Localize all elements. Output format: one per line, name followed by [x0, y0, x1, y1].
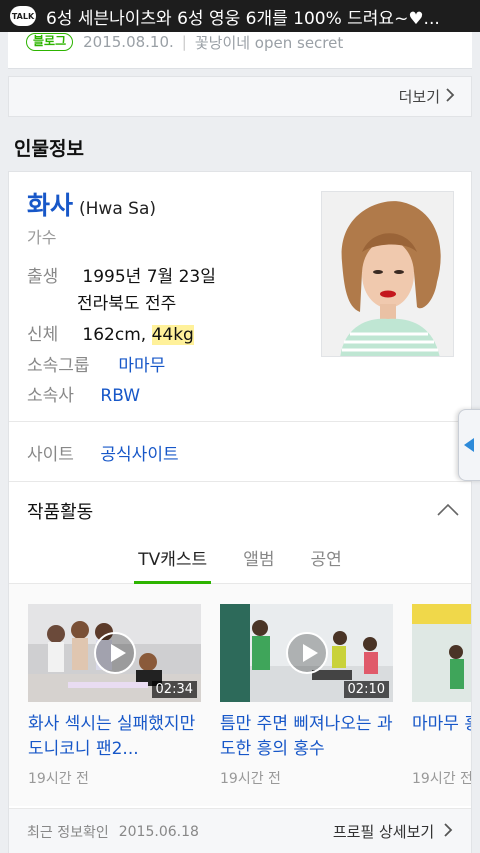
group-link[interactable]: 마마무 — [118, 356, 165, 376]
site-row: 사이트 공식사이트 — [27, 440, 179, 465]
blog-badge: 블로그 — [26, 33, 74, 51]
agency-row: 소속사 RBW — [27, 381, 140, 406]
works-title: 작품활동 — [27, 502, 94, 523]
agency-link[interactable]: RBW — [100, 386, 140, 406]
tab-tvcast[interactable]: TV캐스트 — [134, 536, 212, 584]
video-card[interactable]: 02:34 화사 섹시는 실패했지만 도니코니 팬2... 19시간 전 — [28, 604, 201, 788]
video-time: 19시간 전 — [28, 771, 89, 787]
kakaotalk-icon: TALK — [10, 6, 36, 26]
profile-detail-link[interactable]: 프로필 상세보기 — [333, 821, 453, 842]
notification-text: 6성 세븐나이츠와 6성 영웅 6개를 100% 드려요~♥... — [46, 8, 440, 29]
play-icon — [286, 632, 328, 674]
divider — [9, 421, 471, 422]
video-thumbnail[interactable] — [412, 604, 471, 702]
person-name-english: (Hwa Sa) — [79, 199, 156, 219]
last-checked-date: 2015.06.18 — [118, 823, 199, 840]
group-label: 소속그룹 — [27, 356, 90, 376]
profile-photo[interactable] — [321, 191, 454, 357]
agency-label: 소속사 — [27, 386, 74, 406]
video-title[interactable]: 화사 섹시는 실패했지만 도니코니 팬2... — [28, 712, 201, 762]
name-row: 화사 (Hwa Sa) — [27, 186, 156, 222]
video-thumbnail[interactable]: 02:34 — [28, 604, 201, 702]
chevron-right-icon — [444, 823, 453, 837]
works-tabs: TV캐스트 앨범 공연 — [9, 536, 471, 584]
birth-place-row: 전라북도 전주 — [77, 289, 176, 314]
tab-performance[interactable]: 공연 — [306, 536, 345, 584]
blog-source[interactable]: 꽃낭이네 open secret — [195, 32, 343, 53]
section-title: 인물정보 — [14, 138, 84, 160]
tab-album[interactable]: 앨범 — [239, 536, 278, 584]
video-card[interactable]: 02:10 틈만 주면 삐져나오는 과도한 흥의 홍수 19시간 전 — [220, 604, 393, 788]
video-duration: 02:10 — [343, 681, 389, 698]
official-site-link[interactable]: 공식사이트 — [100, 445, 178, 465]
body-row: 신체 162cm, 44kg — [27, 320, 194, 345]
video-title[interactable]: 마마무 흥이라면 — [412, 712, 471, 762]
birth-row: 출생 1995년 7월 23일 — [27, 262, 216, 287]
profile-footer: 최근 정보확인 2015.06.18 프로필 상세보기 — [9, 808, 471, 853]
video-time: 19시간 전 — [412, 771, 471, 787]
blog-date: 2015.08.10. — [83, 33, 174, 51]
divider — [9, 481, 471, 482]
chevron-right-icon — [446, 87, 455, 106]
more-button-label: 더보기 — [398, 88, 440, 106]
chevron-up-icon[interactable] — [437, 502, 459, 520]
last-checked-label: 최근 정보확인 — [27, 824, 109, 841]
profile-detail-label: 프로필 상세보기 — [332, 823, 435, 841]
site-label: 사이트 — [27, 445, 74, 465]
notification-bar[interactable]: TALK 6성 세븐나이츠와 6성 영웅 6개를 100% 드려요~♥... — [0, 0, 480, 32]
video-thumbnail[interactable]: 02:10 — [220, 604, 393, 702]
video-card[interactable]: 마마무 흥이라면 19시간 전 — [412, 604, 471, 788]
person-name[interactable]: 화사 — [27, 186, 73, 222]
blog-result-card[interactable]: 블로그 2015.08.10. | 꽃낭이네 open secret — [8, 32, 472, 69]
group-row: 소속그룹 마마무 — [27, 351, 165, 376]
video-duration: 02:34 — [151, 681, 197, 698]
person-job: 가수 — [27, 228, 57, 247]
video-time: 19시간 전 — [220, 771, 281, 787]
more-button[interactable]: 더보기 — [8, 76, 472, 117]
blog-meta-row: 블로그 2015.08.10. | 꽃낭이네 open secret — [26, 32, 343, 52]
height-value: 162cm, — [82, 325, 147, 345]
blog-separator: | — [181, 33, 187, 51]
weight-value: 44kg — [151, 325, 194, 345]
body-label: 신체 — [27, 325, 59, 345]
video-carousel[interactable]: 02:34 화사 섹시는 실패했지만 도니코니 팬2... 19시간 전 02:… — [9, 584, 471, 806]
video-title[interactable]: 틈만 주면 삐져나오는 과도한 흥의 홍수 — [220, 712, 393, 762]
edge-panel-handle[interactable] — [458, 409, 480, 481]
birth-date: 1995년 7월 23일 — [82, 267, 216, 287]
birth-place: 전라북도 전주 — [77, 294, 177, 314]
play-icon — [94, 632, 136, 674]
birth-label: 출생 — [27, 267, 59, 287]
person-info-card: 화사 (Hwa Sa) 가수 출생 1995년 7월 23일 전라북도 전주 신… — [8, 171, 472, 853]
